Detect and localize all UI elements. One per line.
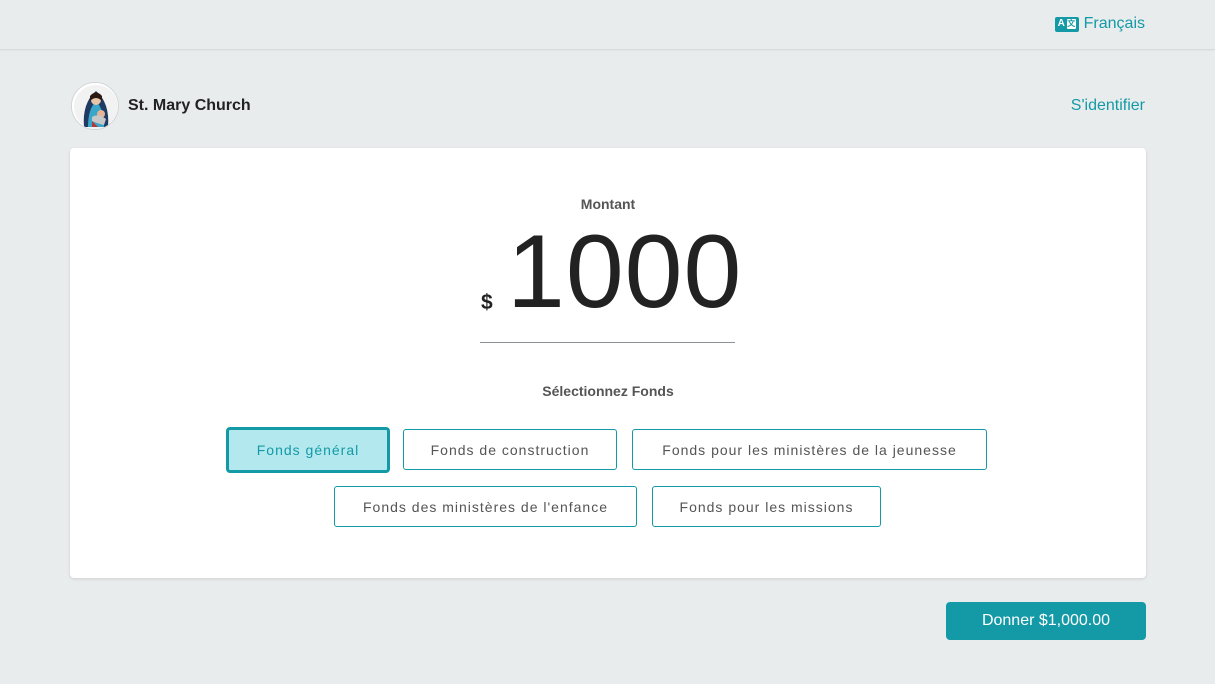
translate-icon: A文 xyxy=(1054,16,1079,32)
fund-option-missions[interactable]: Fonds pour les missions xyxy=(652,486,881,527)
organization-name: St. Mary Church xyxy=(128,97,251,114)
church-logo xyxy=(71,82,119,130)
signin-link[interactable]: S'identifier xyxy=(1071,97,1145,115)
donation-card: Montant $ 1000 Sélectionnez Fonds Fonds … xyxy=(70,148,1146,578)
language-selector[interactable]: A文 Français xyxy=(1054,15,1145,33)
language-label: Français xyxy=(1083,15,1145,32)
fund-option-youth-ministries[interactable]: Fonds pour les ministères de la jeunesse xyxy=(632,429,987,470)
organization-header: St. Mary Church xyxy=(71,82,251,130)
fund-option-children-ministries[interactable]: Fonds des ministères de l'enfance xyxy=(334,486,637,527)
currency-symbol: $ xyxy=(481,291,493,314)
fund-option-general[interactable]: Fonds général xyxy=(226,427,390,473)
funds-label: Sélectionnez Fonds xyxy=(542,383,674,399)
donate-button[interactable]: Donner $1,000.00 xyxy=(946,602,1146,640)
amount-field[interactable]: $ 1000 xyxy=(480,218,741,343)
fund-option-construction[interactable]: Fonds de construction xyxy=(403,429,617,470)
top-bar: A文 Français xyxy=(0,0,1215,50)
amount-label: Montant xyxy=(580,196,636,212)
amount-input[interactable]: 1000 xyxy=(507,220,742,324)
